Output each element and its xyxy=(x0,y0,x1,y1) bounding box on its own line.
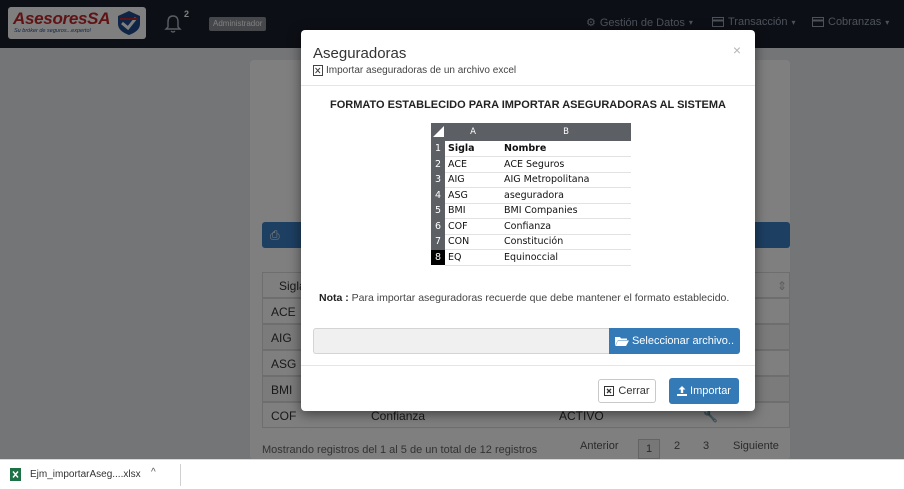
note-label: Nota : xyxy=(319,292,349,304)
row-number: 5 xyxy=(431,203,445,219)
format-note: Nota : Para importar aseguradoras recuer… xyxy=(319,292,729,304)
modal-subtitle-text: Importar aseguradoras de un archivo exce… xyxy=(326,65,517,76)
chevron-up-icon[interactable]: ^ xyxy=(151,467,156,478)
cell-nombre: Constitución xyxy=(501,234,631,250)
import-button-label: Importar xyxy=(690,385,731,397)
modal-header-divider xyxy=(301,85,755,86)
upload-icon xyxy=(677,386,688,396)
sheet-row: 4 ASG aseguradora xyxy=(431,187,631,204)
cell-sigla: COF xyxy=(445,218,501,235)
cell-sigla: AIG xyxy=(445,172,501,188)
cell-nombre: aseguradora xyxy=(501,187,631,204)
excel-file-icon xyxy=(313,65,323,76)
cell-nombre: Confianza xyxy=(501,218,631,235)
sheet-corner xyxy=(431,123,445,141)
cell-nombre: Nombre xyxy=(501,141,631,157)
column-header-a: A xyxy=(445,123,501,141)
download-divider xyxy=(180,464,181,486)
download-file-name[interactable]: Ejm_importarAseg....xlsx xyxy=(30,469,141,480)
cell-sigla: BMI xyxy=(445,203,501,219)
cell-nombre: ACE Seguros xyxy=(501,156,631,173)
modal-footer-divider xyxy=(301,365,755,366)
sheet-row: 1 Sigla Nombre xyxy=(431,141,631,157)
import-button[interactable]: Importar xyxy=(669,378,739,404)
sheet-row: 2 ACE ACE Seguros xyxy=(431,156,631,173)
format-title: FORMATO ESTABLECIDO PARA IMPORTAR ASEGUR… xyxy=(329,99,726,111)
sheet-row: 7 CON Constitución xyxy=(431,234,631,250)
modal-subtitle: Importar aseguradoras de un archivo exce… xyxy=(313,65,516,76)
cell-nombre: BMI Companies xyxy=(501,203,631,219)
sheet-row: 5 BMI BMI Companies xyxy=(431,203,631,219)
sheet-row: 6 COF Confianza xyxy=(431,218,631,235)
select-file-label: Seleccionar archivo.. xyxy=(631,335,735,347)
excel-format-sample: A B 1 Sigla Nombre 2 ACE ACE Seguros 3 A… xyxy=(431,123,631,266)
sheet-row: 8 EQ Equinoccial xyxy=(431,249,631,266)
row-number: 1 xyxy=(431,141,445,157)
sheet-row: 3 AIG AIG Metropolitana xyxy=(431,172,631,188)
cell-sigla: ACE xyxy=(445,156,501,173)
close-button-label: Cerrar xyxy=(618,385,650,397)
column-header-b: B xyxy=(501,123,631,141)
row-number: 2 xyxy=(431,156,445,172)
cell-sigla: ASG xyxy=(445,187,501,204)
row-number: 4 xyxy=(431,187,445,203)
note-text: Para importar aseguradoras recuerde que … xyxy=(351,292,730,304)
folder-open-icon xyxy=(614,337,629,346)
cell-sigla: CON xyxy=(445,234,501,250)
cell-nombre: AIG Metropolitana xyxy=(501,172,631,188)
close-button[interactable]: Cerrar xyxy=(598,379,656,403)
row-number: 3 xyxy=(431,172,445,188)
cell-sigla: EQ xyxy=(445,249,501,266)
excel-file-icon[interactable] xyxy=(10,468,21,481)
select-file-button[interactable]: Seleccionar archivo.. xyxy=(609,328,740,354)
file-path-input[interactable] xyxy=(313,328,611,354)
close-icon[interactable]: × xyxy=(733,42,741,58)
row-number: 6 xyxy=(431,218,445,234)
download-bar: Ejm_importarAseg....xlsx ^ xyxy=(0,459,904,489)
close-square-icon xyxy=(604,386,615,396)
select-all-icon xyxy=(433,126,444,137)
row-number: 7 xyxy=(431,234,445,250)
modal-title: Aseguradoras xyxy=(313,45,407,62)
row-number: 8 xyxy=(431,249,445,265)
cell-nombre: Equinoccial xyxy=(501,249,631,266)
cell-sigla: Sigla xyxy=(445,141,501,157)
